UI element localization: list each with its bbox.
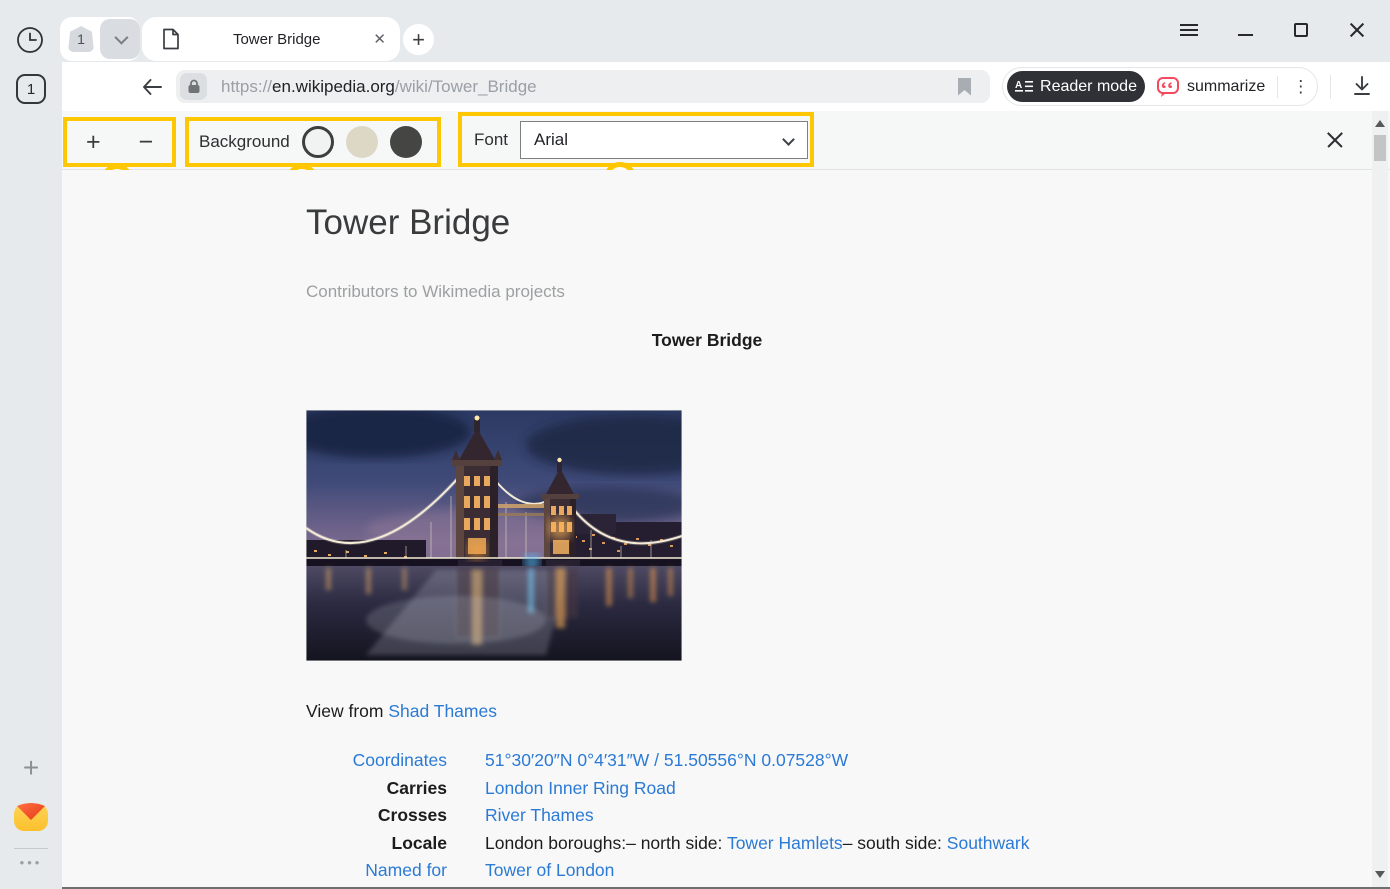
crosses-label: Crosses bbox=[306, 805, 447, 826]
background-swatch-dark[interactable] bbox=[390, 126, 422, 158]
annotation-box-background: Background bbox=[185, 117, 441, 167]
history-clock-icon[interactable] bbox=[16, 26, 44, 54]
carries-label: Carries bbox=[306, 778, 447, 799]
window-minimize-icon[interactable] bbox=[1234, 19, 1256, 41]
window-controls bbox=[1178, 14, 1368, 46]
sidebar-more-icon[interactable]: ••• bbox=[0, 855, 62, 870]
scroll-up-icon[interactable] bbox=[1375, 120, 1385, 127]
back-icon[interactable] bbox=[139, 74, 165, 100]
more-actions-icon[interactable]: ⋮ bbox=[1292, 77, 1309, 97]
annotation-box-font: Font Arial bbox=[458, 112, 814, 167]
background-swatch-sepia[interactable] bbox=[346, 126, 378, 158]
infobox-table: Coordinates 51°30′20″N 0°4′31″W / 51.505… bbox=[306, 747, 1029, 885]
url-scheme: https:// bbox=[221, 77, 272, 96]
sidebar-add-button[interactable]: + bbox=[0, 752, 62, 784]
reader-mode-button[interactable]: A Reader mode bbox=[1007, 71, 1145, 102]
tab-close-icon[interactable]: ✕ bbox=[373, 32, 386, 47]
tower-bridge-photo bbox=[306, 410, 682, 661]
link-london-inner-ring-road[interactable]: London Inner Ring Road bbox=[485, 778, 676, 798]
annotation-box-font-size: + − bbox=[63, 117, 176, 167]
summarize-label: summarize bbox=[1187, 78, 1265, 96]
link-coordinates[interactable]: Coordinates bbox=[353, 750, 447, 770]
table-row: Named for Tower of London bbox=[306, 857, 1029, 885]
sidebar-divider bbox=[14, 848, 48, 849]
toolbar-divider bbox=[1330, 75, 1331, 99]
vertical-scrollbar[interactable] bbox=[1372, 111, 1388, 887]
link-tower-hamlets[interactable]: Tower Hamlets bbox=[727, 833, 843, 853]
link-tower-of-london[interactable]: Tower of London bbox=[485, 860, 614, 880]
chevron-down-icon bbox=[114, 31, 128, 45]
image-caption-text: View from bbox=[306, 701, 388, 721]
font-dropdown[interactable]: Arial bbox=[520, 121, 808, 159]
scrollbar-thumb[interactable] bbox=[1374, 135, 1386, 161]
locale-text-1: London boroughs:– north side: bbox=[485, 833, 727, 853]
url-path: /wiki/Tower_Bridge bbox=[395, 77, 537, 96]
locale-label: Locale bbox=[306, 833, 447, 854]
summarize-button[interactable]: summarize bbox=[1156, 75, 1265, 99]
tab-tower-bridge[interactable]: Tower Bridge ✕ bbox=[142, 17, 400, 61]
infobox-caption: Tower Bridge bbox=[306, 330, 1108, 351]
window-maximize-icon[interactable] bbox=[1290, 19, 1312, 41]
window-menu-icon[interactable] bbox=[1178, 19, 1200, 41]
bookmark-icon[interactable] bbox=[957, 78, 972, 96]
tab-group-pill[interactable]: 1 bbox=[60, 17, 140, 61]
url-host: en.wikipedia.org bbox=[272, 77, 395, 96]
svg-text:A: A bbox=[1015, 80, 1022, 91]
article-title: Tower Bridge bbox=[306, 203, 510, 243]
link-river-thames[interactable]: River Thames bbox=[485, 805, 594, 825]
page-icon bbox=[162, 28, 180, 50]
increase-font-button[interactable]: + bbox=[86, 130, 101, 155]
font-label: Font bbox=[474, 130, 508, 150]
url-text[interactable]: https://en.wikipedia.org/wiki/Tower_Brid… bbox=[221, 77, 537, 97]
page-actions: A Reader mode bbox=[1002, 67, 1318, 106]
summarize-quote-icon bbox=[1156, 75, 1180, 99]
font-dropdown-value: Arial bbox=[534, 130, 568, 150]
window-close-icon[interactable] bbox=[1346, 19, 1368, 41]
tab-group-expand[interactable] bbox=[100, 19, 140, 59]
chevron-down-icon bbox=[782, 133, 795, 146]
link-shad-thames[interactable]: Shad Thames bbox=[388, 701, 497, 721]
scroll-down-icon[interactable] bbox=[1375, 871, 1385, 878]
reader-mode-label: Reader mode bbox=[1040, 78, 1137, 96]
image-caption: View from Shad Thames bbox=[306, 701, 497, 722]
new-tab-button[interactable]: + bbox=[403, 24, 434, 55]
browser-window: 1 Tower Bridge ✕ + 1 + bbox=[0, 0, 1390, 889]
sidebar-tab-counter[interactable]: 1 bbox=[16, 74, 46, 104]
locale-text-2: – south side: bbox=[843, 833, 947, 853]
link-named-for[interactable]: Named for bbox=[365, 860, 447, 880]
decrease-font-button[interactable]: − bbox=[138, 130, 153, 155]
coordinates-value-link[interactable]: 51°30′20″N 0°4′31″W / 51.50556°N 0.07528… bbox=[485, 750, 848, 770]
table-row: Carries London Inner Ring Road bbox=[306, 775, 1029, 803]
reader-toolbar-close-icon[interactable] bbox=[1323, 128, 1347, 152]
background-label: Background bbox=[199, 132, 290, 152]
download-icon[interactable] bbox=[1350, 74, 1374, 98]
tab-group-count[interactable]: 1 bbox=[68, 26, 94, 52]
background-swatch-light[interactable] bbox=[302, 126, 334, 158]
actions-divider bbox=[1277, 76, 1278, 98]
tab-strip: 1 Tower Bridge ✕ + bbox=[0, 0, 1390, 62]
lock-icon[interactable] bbox=[180, 73, 207, 100]
table-row: Coordinates 51°30′20″N 0°4′31″W / 51.505… bbox=[306, 747, 1029, 775]
url-field[interactable]: https://en.wikipedia.org/wiki/Tower_Brid… bbox=[176, 70, 990, 103]
reader-mode-icon: A bbox=[1015, 79, 1033, 94]
link-southwark[interactable]: Southwark bbox=[947, 833, 1030, 853]
address-bar: https://en.wikipedia.org/wiki/Tower_Brid… bbox=[62, 62, 1390, 111]
table-row: Crosses River Thames bbox=[306, 802, 1029, 830]
table-row: Locale London boroughs:– north side: Tow… bbox=[306, 830, 1029, 858]
reader-content: Tower Bridge Contributors to Wikimedia p… bbox=[62, 170, 1390, 887]
article-byline: Contributors to Wikimedia projects bbox=[306, 282, 565, 302]
reader-toolbar: + − Background Font Arial 1 2 3 bbox=[62, 111, 1390, 170]
mail-app-icon[interactable] bbox=[13, 799, 49, 835]
tab-title: Tower Bridge bbox=[180, 31, 373, 48]
sidebar: 1 + ••• bbox=[0, 62, 62, 889]
